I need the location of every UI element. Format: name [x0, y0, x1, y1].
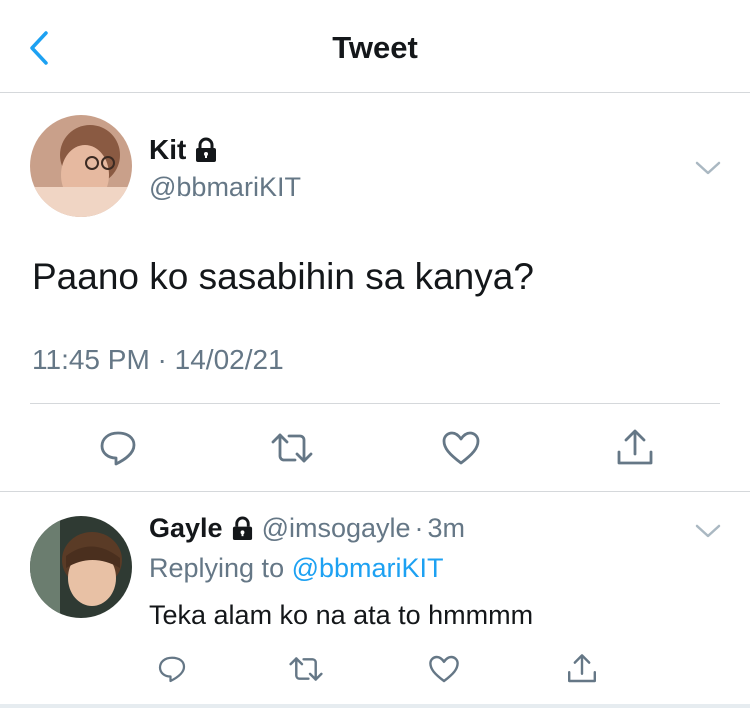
divider [30, 403, 720, 404]
tweet-more-button[interactable] [695, 160, 721, 176]
heart-icon [429, 655, 459, 683]
lock-icon [196, 137, 217, 162]
author-name[interactable]: Kit [149, 134, 218, 166]
replying-prefix: Replying to [149, 553, 285, 583]
share-button[interactable] [613, 426, 657, 470]
avatar-photo [30, 516, 132, 618]
reply-author-handle[interactable]: @imsogayle [262, 513, 411, 544]
page-title: Tweet [332, 30, 418, 65]
avatar-photo [30, 115, 132, 217]
reply-header: Gayle @imsogayle · 3m [149, 513, 465, 544]
share-icon [617, 429, 653, 465]
lock-icon [232, 516, 252, 540]
author-name-text: Kit [149, 134, 187, 165]
share-icon [568, 654, 596, 683]
retweet-button[interactable] [270, 426, 314, 470]
author-handle[interactable]: @bbmariKIT [149, 172, 301, 203]
separator: · [414, 513, 424, 543]
bottom-divider [0, 704, 750, 708]
replying-mention[interactable]: @bbmariKIT [292, 553, 444, 583]
like-button[interactable] [439, 426, 483, 470]
reply-avatar[interactable] [30, 516, 132, 618]
chevron-down-icon [695, 524, 721, 538]
divider [0, 491, 750, 492]
replying-to: Replying to @bbmariKIT [149, 553, 444, 584]
comment-icon [158, 656, 186, 683]
heart-icon [442, 431, 480, 465]
tweet-text: Paano ko sasabihin sa kanya? [32, 256, 534, 297]
reply-reply-button[interactable] [150, 647, 194, 691]
top-bar: Tweet [0, 0, 750, 93]
chevron-down-icon [695, 161, 721, 175]
reply-more-button[interactable] [695, 523, 721, 539]
retweet-icon [289, 657, 323, 681]
retweet-icon [271, 433, 313, 463]
author-avatar[interactable] [30, 115, 132, 217]
tweet-timestamp: 11:45 PM · 14/02/21 [32, 344, 284, 375]
reply-retweet-button[interactable] [284, 647, 328, 691]
reply-author-name[interactable]: Gayle [149, 513, 223, 544]
reply-like-button[interactable] [422, 647, 466, 691]
reply-button[interactable] [96, 426, 140, 470]
reply-text: Teka alam ko na ata to hmmmm [149, 600, 534, 630]
comment-icon [100, 431, 136, 466]
reply-time[interactable]: 3m [428, 513, 466, 544]
reply-share-button[interactable] [560, 647, 604, 691]
